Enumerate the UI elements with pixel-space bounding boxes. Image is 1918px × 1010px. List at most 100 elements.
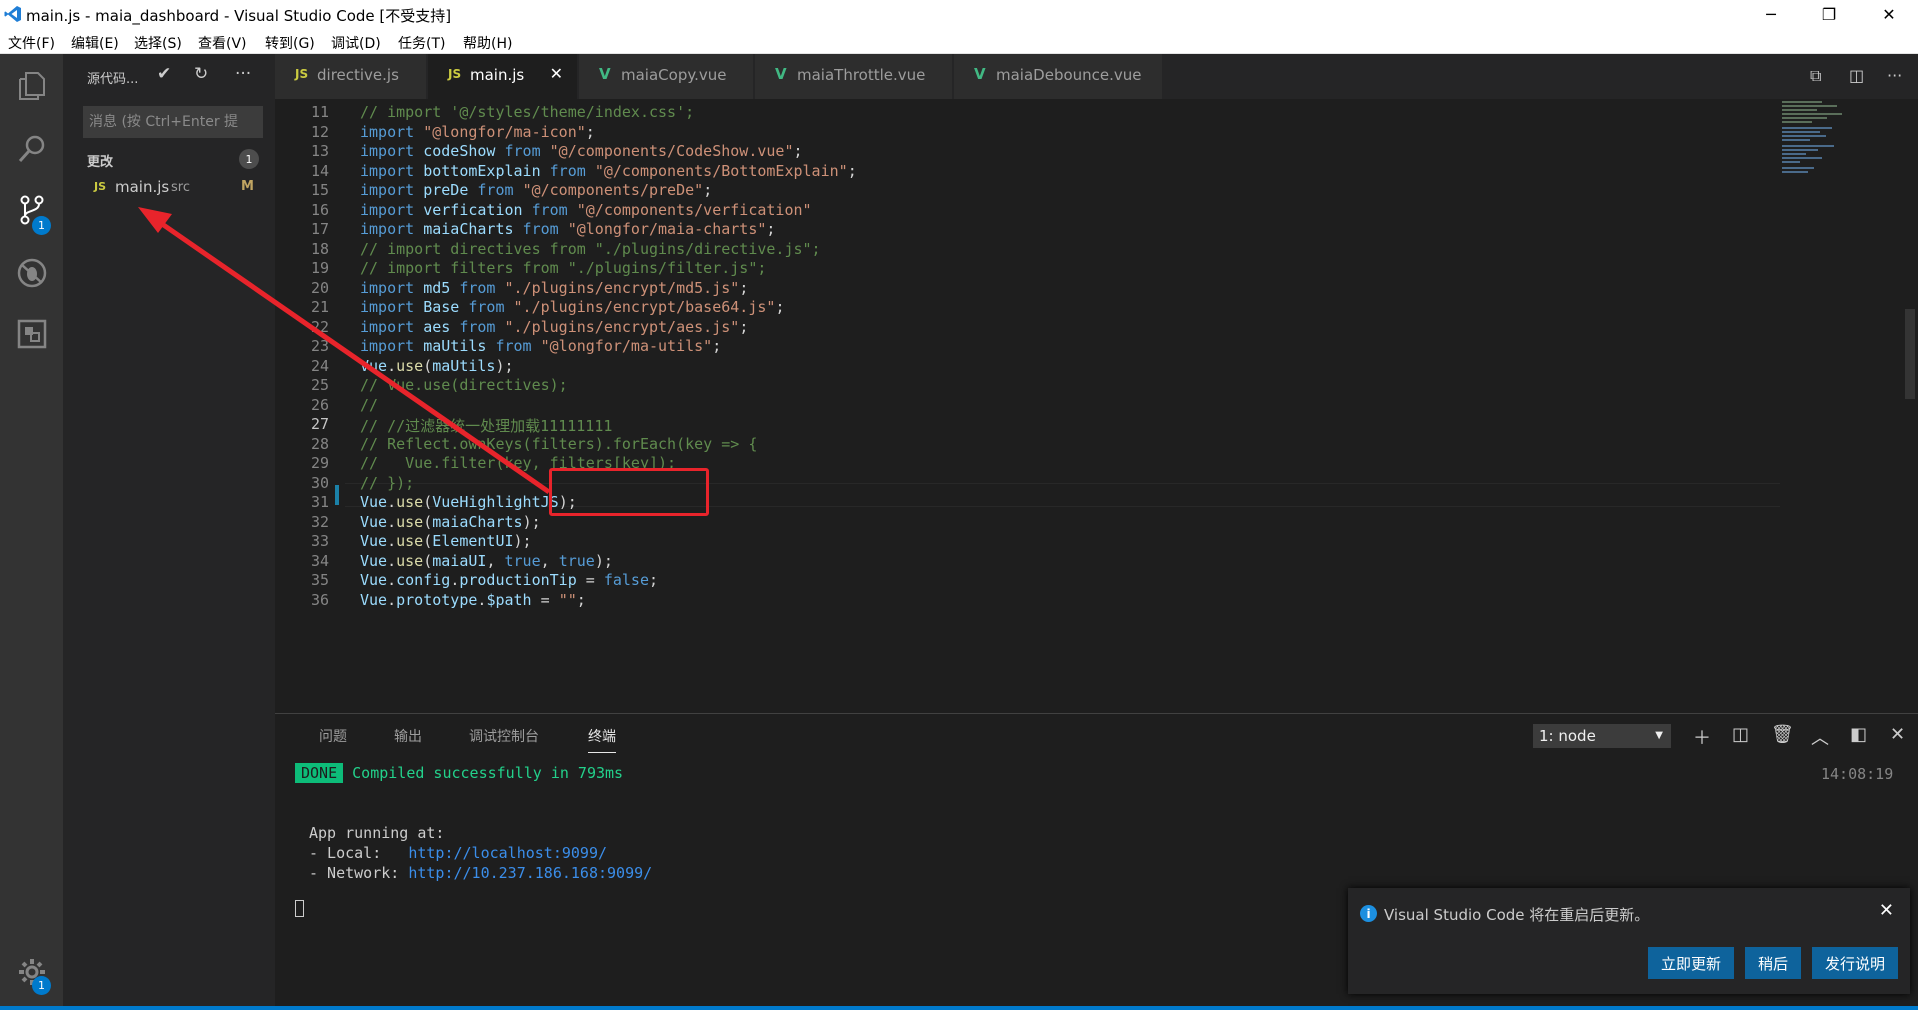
code-token: import (360, 161, 424, 180)
code-line[interactable]: // import '@/styles/theme/index.css'; (360, 103, 694, 121)
code-line[interactable]: Vue.use(maiaUI, true, true); (360, 552, 613, 570)
code-line[interactable]: Vue.use(maiaCharts); (360, 513, 541, 531)
restore-button[interactable]: ❐ (1800, 0, 1858, 29)
line-number: 25 (310, 376, 329, 394)
close-tab-icon[interactable]: ✕ (550, 64, 563, 83)
minimize-button[interactable]: ─ (1742, 0, 1800, 29)
menu-file[interactable]: 文件(F) (8, 33, 55, 53)
search-icon[interactable] (0, 119, 63, 179)
code-line[interactable]: // import filters from "./plugins/filter… (360, 259, 766, 277)
split-editor-icon[interactable]: ◫ (1849, 66, 1864, 85)
code-token: ; (703, 181, 713, 199)
code-line[interactable]: import md5 from "./plugins/encrypt/md5.j… (360, 279, 748, 297)
code-line[interactable]: Vue.prototype.$path = ""; (360, 591, 586, 609)
tab-main-js[interactable]: JS main.js ✕ (428, 54, 578, 99)
trash-icon[interactable]: 🗑 (1771, 724, 1794, 745)
code-line[interactable]: // //过滤器统一处理加载11111111 (360, 415, 612, 436)
menu-bar: 文件(F) 编辑(E) 选择(S) 查看(V) 转到(G) 调试(D) 任务(T… (0, 29, 1918, 54)
code-line[interactable]: // Reflect.ownKeys(filters).forEach(key … (360, 435, 757, 453)
close-window-button[interactable]: ✕ (1860, 0, 1918, 29)
menu-debug[interactable]: 调试(D) (331, 33, 381, 53)
later-button[interactable]: 稍后 (1745, 947, 1801, 979)
done-badge: DONE (295, 763, 344, 783)
code-line[interactable]: import aes from "./plugins/encrypt/aes.j… (360, 318, 748, 336)
code-line[interactable]: // Vue.use(directives); (360, 376, 568, 394)
more-actions-icon[interactable]: ··· (235, 64, 251, 84)
code-line[interactable]: import bottomExplain from "@/components/… (360, 162, 857, 180)
line-number: 17 (310, 220, 329, 238)
editor-scrollbar[interactable] (1905, 309, 1915, 399)
code-token: use (396, 356, 424, 375)
code-line[interactable]: Vue.use(maUtils); (360, 357, 514, 375)
code-line[interactable]: import Base from "./plugins/encrypt/base… (360, 298, 784, 316)
tab-label: maiaThrottle.vue (797, 66, 926, 84)
code-token: productionTip (459, 571, 577, 589)
open-changes-icon[interactable]: ⧉ (1810, 66, 1821, 86)
new-terminal-icon[interactable]: ＋ (1693, 724, 1711, 750)
split-terminal-icon[interactable]: ◫ (1732, 724, 1749, 745)
commit-message-input[interactable] (83, 106, 263, 138)
code-token: ); (522, 512, 541, 531)
tab-problems[interactable]: 问题 (319, 726, 347, 746)
gear-icon[interactable]: 1 (0, 942, 63, 1002)
more-actions-icon[interactable]: ··· (1887, 66, 1902, 85)
code-line[interactable]: import maUtils from "@longfor/ma-utils"; (360, 337, 721, 355)
debug-icon[interactable] (0, 243, 63, 303)
tab-maiathrottle-vue[interactable]: V maiaThrottle.vue (755, 54, 953, 99)
code-line[interactable]: import preDe from "@/components/preDe"; (360, 181, 712, 199)
code-token: from (486, 337, 541, 355)
extensions-icon[interactable] (0, 304, 63, 364)
tab-maiadebounce-vue[interactable]: V maiaDebounce.vue (954, 54, 1163, 99)
modified-line-marker (335, 485, 339, 505)
close-notification-icon[interactable]: ✕ (1879, 900, 1894, 921)
menu-edit[interactable]: 编辑(E) (71, 33, 119, 53)
local-url-link[interactable]: http://localhost:9099/ (408, 844, 607, 862)
code-token: use (396, 493, 424, 511)
update-now-button[interactable]: 立即更新 (1648, 947, 1734, 979)
commit-check-icon[interactable]: ✔ (157, 64, 171, 84)
minimap[interactable] (1780, 99, 1860, 219)
code-token: use (396, 551, 424, 570)
source-control-badge: 1 (32, 216, 51, 235)
code-line[interactable]: import maiaCharts from "@longfor/maia-ch… (360, 220, 775, 238)
code-token: = (576, 571, 604, 589)
code-line[interactable]: Vue.use(VueHighlightJS); (360, 493, 577, 511)
menu-view[interactable]: 查看(V) (198, 33, 247, 53)
code-token: ; (847, 161, 857, 180)
line-number: 29 (310, 454, 329, 472)
menu-help[interactable]: 帮助(H) (463, 33, 512, 53)
network-url-link[interactable]: http://10.237.186.168:9099/ (408, 864, 652, 882)
code-line[interactable]: import verfication from "@/components/ve… (360, 201, 812, 219)
menu-tasks[interactable]: 任务(T) (398, 33, 445, 53)
code-token: "@longfor/maia-charts" (567, 220, 767, 238)
tab-output[interactable]: 输出 (394, 726, 422, 746)
code-line[interactable]: Vue.config.productionTip = false; (360, 571, 658, 589)
changes-header[interactable]: 更改 (87, 151, 113, 170)
chevron-up-icon[interactable]: ︿ (1811, 724, 1829, 750)
code-line[interactable]: // import directives from "./plugins/dir… (360, 240, 821, 258)
changed-file-row[interactable]: JS main.js src M (63, 174, 275, 200)
code-editor[interactable]: 11 12 13 14 15 16 17 18 19 20 21 22 23 24 25 26 27 28 29 30… (275, 99, 1918, 713)
line-number: 24 (310, 356, 329, 375)
close-panel-icon[interactable]: ✕ (1890, 724, 1905, 745)
line-number: 33 (310, 532, 329, 550)
terminal-select[interactable]: 1: node ▼ (1533, 724, 1671, 748)
menu-goto[interactable]: 转到(G) (265, 33, 315, 53)
tab-directive-js[interactable]: JS directive.js (275, 54, 427, 99)
tab-debug-console[interactable]: 调试控制台 (469, 726, 539, 746)
code-line[interactable]: Vue.use(ElementUI); (360, 532, 532, 550)
menu-selection[interactable]: 选择(S) (134, 33, 182, 53)
code-token: Vue (360, 532, 388, 550)
toggle-panel-icon[interactable]: ◧ (1850, 724, 1867, 745)
source-control-icon[interactable]: 1 (0, 180, 63, 240)
refresh-icon[interactable]: ↻ (194, 64, 208, 84)
code-line[interactable]: import "@longfor/ma-icon"; (360, 123, 595, 141)
release-notes-button[interactable]: 发行说明 (1812, 947, 1898, 979)
code-line[interactable]: import codeShow from "@/components/CodeS… (360, 142, 803, 160)
code-line[interactable]: // }); (360, 474, 414, 492)
code-line[interactable]: // (360, 396, 378, 414)
tab-maiacopy-vue[interactable]: V maiaCopy.vue (579, 54, 754, 99)
code-token: // }); (360, 473, 415, 492)
tab-terminal[interactable]: 终端 (588, 726, 616, 753)
explorer-icon[interactable] (0, 56, 63, 116)
